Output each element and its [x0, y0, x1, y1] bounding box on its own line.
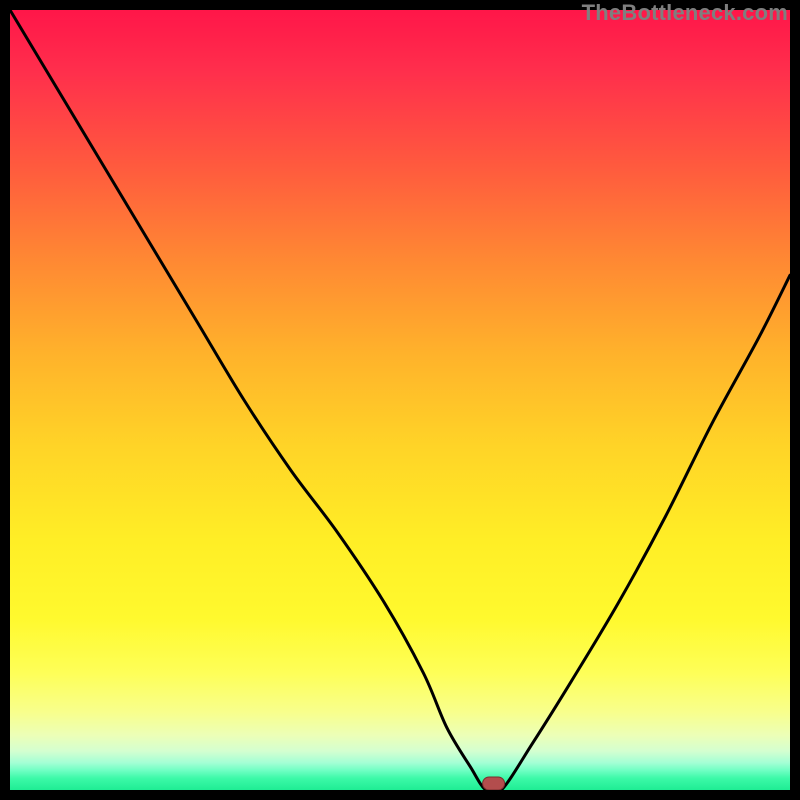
optimum-marker	[483, 777, 505, 790]
curve-svg	[10, 10, 790, 790]
bottleneck-curve	[10, 10, 790, 790]
plot-area	[10, 10, 790, 790]
watermark-text: TheBottleneck.com	[582, 0, 788, 26]
chart-container: TheBottleneck.com	[0, 0, 800, 800]
